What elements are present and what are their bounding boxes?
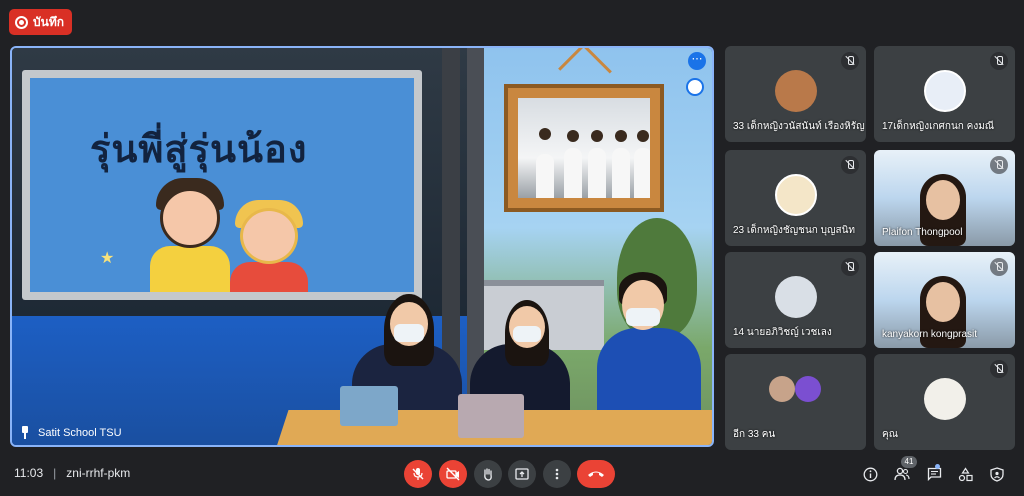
pin-icon — [20, 426, 30, 439]
people-icon — [894, 467, 910, 481]
photo-person-head — [567, 130, 579, 142]
separator: | — [53, 466, 57, 480]
laptop — [458, 394, 524, 438]
participant-tile[interactable]: 17เด็กหญิงเกศกนก คงมณี — [874, 46, 1015, 142]
presenter-1-mask — [394, 324, 424, 342]
mic-toggle-button[interactable] — [404, 460, 432, 488]
host-controls-icon — [990, 466, 1004, 482]
others-count: อีก 33 คน — [733, 429, 776, 440]
avatar — [774, 70, 817, 112]
mic-off-icon — [841, 156, 859, 174]
video-person-face — [926, 180, 960, 220]
self-tile[interactable]: คุณ — [874, 354, 1015, 450]
participant-name: Plaifon Thongpool — [882, 227, 963, 238]
group-photo — [518, 98, 650, 198]
main-participant-name: Satit School TSU — [38, 426, 122, 439]
meet-window: บันทึก รุ่นพี่สู่รุ่นน้อง ★ ★ — [0, 0, 1024, 496]
present-icon — [515, 468, 529, 480]
photo-person-head — [539, 128, 551, 140]
avatar — [774, 174, 817, 216]
meeting-details-button[interactable] — [860, 464, 880, 484]
photo-person — [536, 154, 554, 198]
present-button[interactable] — [508, 460, 536, 488]
laptop — [340, 386, 398, 426]
avatar — [923, 70, 966, 112]
end-call-icon — [588, 471, 604, 477]
raise-hand-button[interactable] — [474, 460, 502, 488]
participant-tile[interactable]: 33 เด็กหญิงวนัสนันท์ เรืองหิรัญ — [725, 46, 866, 142]
mic-off-icon — [841, 258, 859, 276]
meeting-info: 11:03 | zni-rrhf-pkm — [14, 466, 130, 480]
participant-name: kanyakorn kongprasit — [882, 329, 978, 340]
mic-off-icon — [841, 52, 859, 70]
cartoon-girl — [240, 208, 298, 264]
chat-unread-dot — [935, 464, 940, 469]
photo-person-head — [615, 130, 627, 142]
photo-person — [588, 148, 606, 198]
info-icon — [863, 467, 877, 481]
activities-icon — [958, 466, 973, 481]
camera-off-icon — [446, 467, 460, 481]
avatar — [795, 376, 821, 402]
record-icon — [15, 15, 28, 29]
raise-hand-icon — [484, 468, 492, 481]
main-video-tile[interactable]: รุ่นพี่สู่รุ่นน้อง ★ ★ — [10, 46, 714, 447]
bottom-toolbar: 11:03 | zni-rrhf-pkm 41 — [0, 452, 1024, 496]
participant-tile[interactable]: kanyakorn kongprasit — [874, 252, 1015, 348]
mic-off-icon — [990, 258, 1008, 276]
participant-name: 33 เด็กหญิงวนัสนันท์ เรืองหิรัญ — [733, 121, 865, 132]
photo-frame — [504, 84, 664, 212]
avatar — [923, 378, 966, 420]
school-logo — [686, 78, 704, 96]
recording-label: บันทึก — [33, 14, 64, 29]
presenter-3-mask — [626, 308, 660, 326]
mic-off-icon — [412, 468, 424, 480]
presenter-video: รุ่นพี่สู่รุ่นน้อง ★ ★ — [12, 48, 712, 445]
camera-toggle-button[interactable] — [439, 460, 467, 488]
more-options-button[interactable] — [543, 460, 571, 488]
cartoon-girl-shirt — [230, 262, 308, 292]
photo-person — [564, 148, 582, 198]
tile-more-icon[interactable]: ⋯ — [688, 52, 706, 70]
more-options-icon — [555, 468, 559, 480]
participant-name: คุณ — [882, 429, 898, 440]
meeting-code: zni-rrhf-pkm — [66, 466, 131, 480]
mic-off-icon — [990, 156, 1008, 174]
photo-person — [612, 148, 630, 198]
chat-icon — [927, 467, 941, 481]
participant-name: 17เด็กหญิงเกศกนก คงมณี — [882, 121, 995, 132]
avatar — [774, 276, 817, 318]
mic-off-icon — [990, 360, 1008, 378]
activities-button[interactable] — [955, 464, 975, 484]
participant-name: 23 เด็กหญิงชัญชนก บุญสนิท — [733, 225, 856, 236]
star-icon: ★ — [100, 250, 115, 267]
participant-tile[interactable]: 23 เด็กหญิงชัญชนก บุญสนิท — [725, 150, 866, 246]
participant-tile[interactable]: Plaifon Thongpool — [874, 150, 1015, 246]
avatar — [769, 376, 795, 402]
photo-person-head — [591, 130, 603, 142]
cartoon-boy — [160, 188, 220, 248]
mic-off-icon — [990, 52, 1008, 70]
chat-button[interactable] — [924, 464, 944, 484]
tv-screen: รุ่นพี่สู่รุ่นน้อง ★ ★ — [30, 78, 414, 292]
host-controls-button[interactable] — [987, 464, 1007, 484]
photo-person-head — [637, 130, 649, 142]
cartoon-boy-shirt — [150, 246, 230, 292]
end-call-button[interactable] — [577, 460, 615, 488]
photo-person — [634, 148, 650, 198]
video-person-face — [926, 282, 960, 322]
recording-badge[interactable]: บันทึก — [9, 9, 72, 35]
participant-name: 14 นายอภิวิชญ์ เวชเลง — [733, 327, 832, 338]
people-count-badge: 41 — [901, 456, 917, 468]
participant-tile[interactable]: 14 นายอภิวิชญ์ เวชเลง — [725, 252, 866, 348]
main-tile-name: Satit School TSU — [20, 426, 122, 439]
slide-title: รุ่นพี่สู่รุ่นน้อง — [90, 127, 308, 171]
others-tile[interactable]: อีก 33 คน — [725, 354, 866, 450]
meeting-time: 11:03 — [14, 466, 44, 480]
presenter-2-mask — [513, 326, 541, 342]
